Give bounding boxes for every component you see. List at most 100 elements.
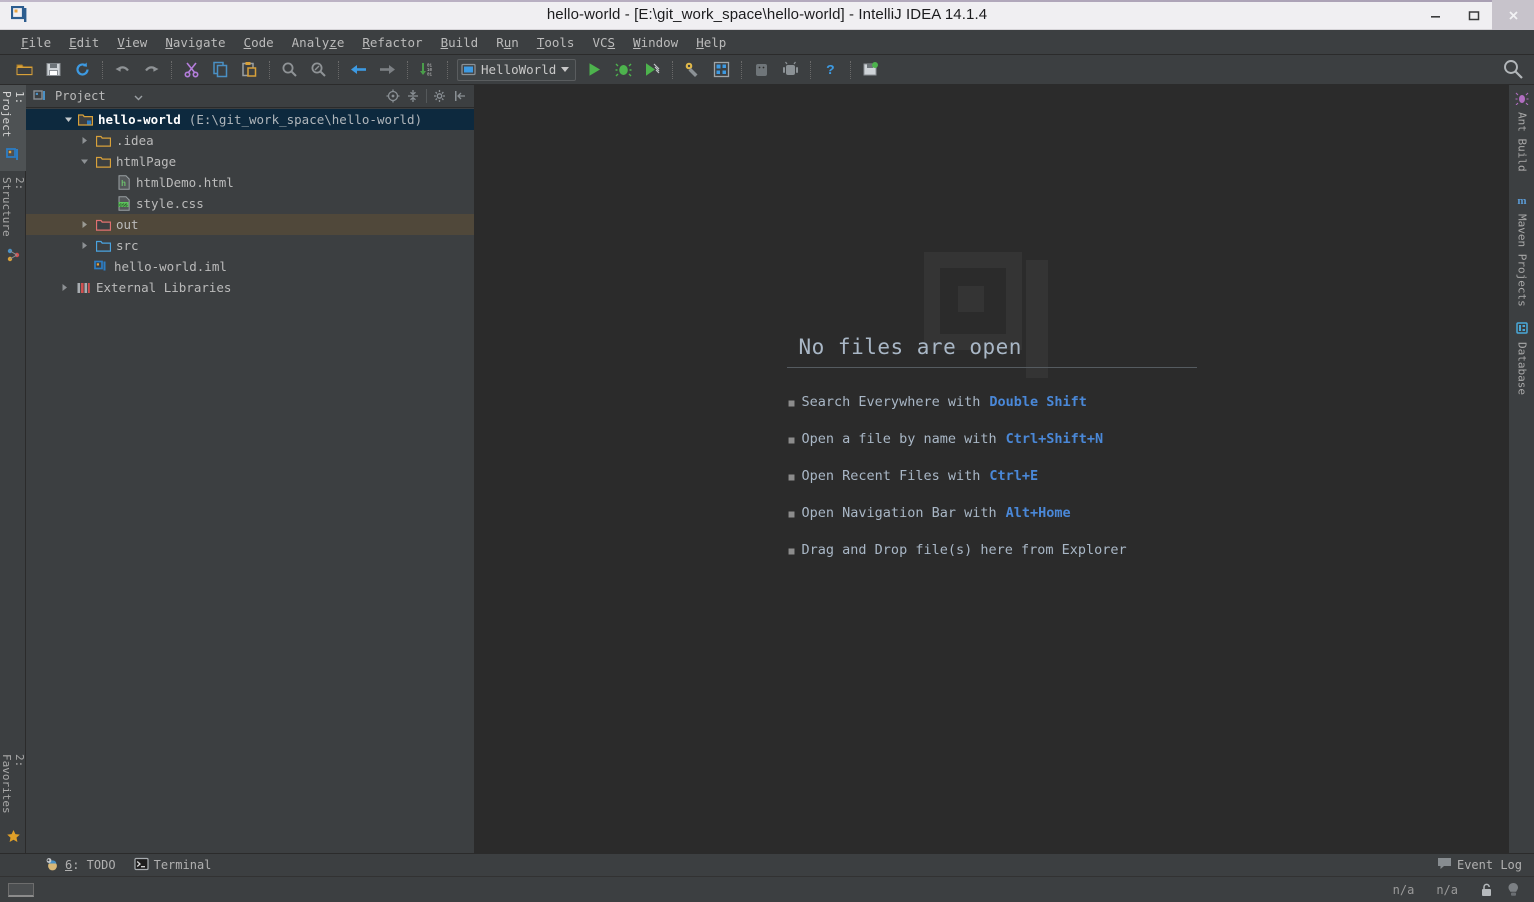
minimize-icon xyxy=(1430,15,1440,18)
toolbar-separator xyxy=(338,60,339,79)
menu-item-code[interactable]: Code xyxy=(235,33,283,52)
sidebar-item-favorites[interactable]: 2: Favorites xyxy=(0,748,26,853)
synchronize-icon[interactable] xyxy=(70,58,95,82)
database-icon xyxy=(1515,321,1529,338)
source-folder-icon xyxy=(94,239,113,253)
settings-gear-icon[interactable] xyxy=(430,86,450,106)
collapse-all-icon[interactable] xyxy=(403,86,423,106)
cut-icon[interactable] xyxy=(179,58,204,82)
run-with-coverage-icon[interactable] xyxy=(640,58,665,82)
copy-icon[interactable] xyxy=(208,58,233,82)
avd-manager-icon[interactable] xyxy=(749,58,774,82)
close-button[interactable] xyxy=(1492,0,1534,30)
menu-item-file[interactable]: File xyxy=(12,33,60,52)
menu-item-build[interactable]: Build xyxy=(432,33,488,52)
project-structure-icon[interactable] xyxy=(680,58,705,82)
menu-item-run[interactable]: Run xyxy=(487,33,528,52)
redo-icon[interactable] xyxy=(139,58,164,82)
sidebar-item-event-log[interactable]: Event Log xyxy=(1437,857,1534,873)
iml-file-icon xyxy=(92,260,111,274)
status-encoding[interactable]: n/a xyxy=(1436,883,1458,897)
tree-row-hello-world-iml[interactable]: hello-world.iml xyxy=(26,256,474,277)
menu-item-analyze[interactable]: Analyze xyxy=(283,33,354,52)
sidebar-item-database[interactable]: Database xyxy=(1509,315,1534,415)
menu-item-view[interactable]: View xyxy=(108,33,156,52)
maximize-icon xyxy=(1468,10,1479,20)
sdk-manager-icon[interactable] xyxy=(778,58,803,82)
tree-row-external-libraries[interactable]: External Libraries xyxy=(26,277,474,298)
save-icon[interactable] xyxy=(858,58,883,82)
toolbar-separator xyxy=(672,60,674,79)
tree-row-style-css[interactable]: CSS style.css xyxy=(26,193,474,214)
tree-row-htmldemo-html[interactable]: h htmlDemo.html xyxy=(26,172,474,193)
open-folder-icon[interactable] xyxy=(12,58,37,82)
paste-icon[interactable] xyxy=(237,58,262,82)
menu-item-tools[interactable]: Tools xyxy=(528,33,584,52)
inspection-icon[interactable] xyxy=(1507,882,1520,897)
menu-item-navigate[interactable]: Navigate xyxy=(156,33,234,52)
menu-item-edit[interactable]: Edit xyxy=(60,33,108,52)
editor-empty-area[interactable]: No files are open ■ Search Everywhere wi… xyxy=(475,85,1508,853)
debug-icon[interactable] xyxy=(611,58,636,82)
tree-row-idea[interactable]: .idea xyxy=(26,130,474,151)
minimize-button[interactable] xyxy=(1416,0,1454,30)
twisty-right-icon[interactable] xyxy=(74,136,94,145)
tip-text: Drag and Drop file(s) here from Explorer xyxy=(801,542,1127,558)
forward-icon[interactable] xyxy=(375,58,400,82)
run-icon[interactable] xyxy=(582,58,607,82)
tree-row-hello-world[interactable]: hello-world (E:\git_work_space\hello-wor… xyxy=(26,109,474,130)
tool-window-label-ant-build: Ant Build xyxy=(1515,112,1529,172)
tip-shortcut: Ctrl+E xyxy=(989,468,1039,484)
folder-icon xyxy=(94,134,113,148)
tip-text: Open Navigation Bar with xyxy=(801,505,997,521)
event-log-icon xyxy=(1437,857,1452,873)
twisty-down-icon[interactable] xyxy=(58,115,78,124)
search-everywhere-button[interactable] xyxy=(1502,58,1524,84)
tree-row-src[interactable]: src xyxy=(26,235,474,256)
maximize-button[interactable] xyxy=(1454,0,1492,30)
sidebar-item-maven-projects[interactable]: m Maven Projects xyxy=(1509,187,1534,315)
tree-row-out[interactable]: out xyxy=(26,214,474,235)
sidebar-item-terminal[interactable]: Terminal xyxy=(125,854,221,877)
menu-item-vcs[interactable]: VCS xyxy=(583,33,624,52)
sidebar-item-ant-build[interactable]: Ant Build xyxy=(1509,85,1534,187)
toolbar-separator xyxy=(269,60,270,79)
sidebar-item-todo[interactable]: 6: TODO xyxy=(36,854,125,877)
status-position[interactable]: n/a xyxy=(1393,883,1415,897)
help-icon[interactable]: ? xyxy=(818,58,843,82)
tool-window-label-database: Database xyxy=(1515,342,1529,395)
twisty-down-icon[interactable] xyxy=(74,157,94,166)
menu-item-help[interactable]: Help xyxy=(687,33,735,52)
find-icon[interactable] xyxy=(277,58,302,82)
back-icon[interactable] xyxy=(346,58,371,82)
chevron-down-icon[interactable] xyxy=(561,67,570,72)
hide-panel-icon[interactable] xyxy=(450,86,470,106)
sidebar-item-project[interactable]: 1: Project xyxy=(0,85,26,171)
replace-icon[interactable] xyxy=(306,58,331,82)
scroll-from-source-icon[interactable] xyxy=(383,86,403,106)
run-configuration-selector[interactable]: HelloWorld xyxy=(457,58,577,81)
twisty-right-icon[interactable] xyxy=(74,241,94,250)
compile-icon[interactable]: 01 10 01 xyxy=(415,58,440,82)
twisty-right-icon[interactable] xyxy=(74,220,94,229)
bottom-label-todo: 6: TODO xyxy=(65,858,116,872)
svg-text:01: 01 xyxy=(427,65,433,69)
save-all-icon[interactable] xyxy=(41,58,66,82)
tree-label-src: src xyxy=(116,238,139,253)
tool-window-label-structure: 2: Structure xyxy=(0,177,26,237)
menu-item-refactor[interactable]: Refactor xyxy=(353,33,431,52)
close-icon xyxy=(1508,10,1518,20)
tree-row-htmlpage[interactable]: htmlPage xyxy=(26,151,474,172)
read-only-lock-icon[interactable] xyxy=(1480,883,1493,897)
undo-icon[interactable] xyxy=(110,58,135,82)
project-settings-icon[interactable] xyxy=(709,58,734,82)
twisty-right-icon[interactable] xyxy=(54,283,74,292)
structure-icon xyxy=(6,248,20,265)
title-bar: hello-world - [E:\git_work_space\hello-w… xyxy=(0,0,1534,30)
toolbar-separator xyxy=(102,60,103,79)
sidebar-item-structure[interactable]: 2: Structure xyxy=(0,171,26,271)
chevron-down-icon[interactable] xyxy=(134,87,143,106)
memory-indicator-icon[interactable] xyxy=(8,882,34,897)
project-tree[interactable]: hello-world (E:\git_work_space\hello-wor… xyxy=(26,108,474,853)
menu-item-window[interactable]: Window xyxy=(624,33,687,52)
